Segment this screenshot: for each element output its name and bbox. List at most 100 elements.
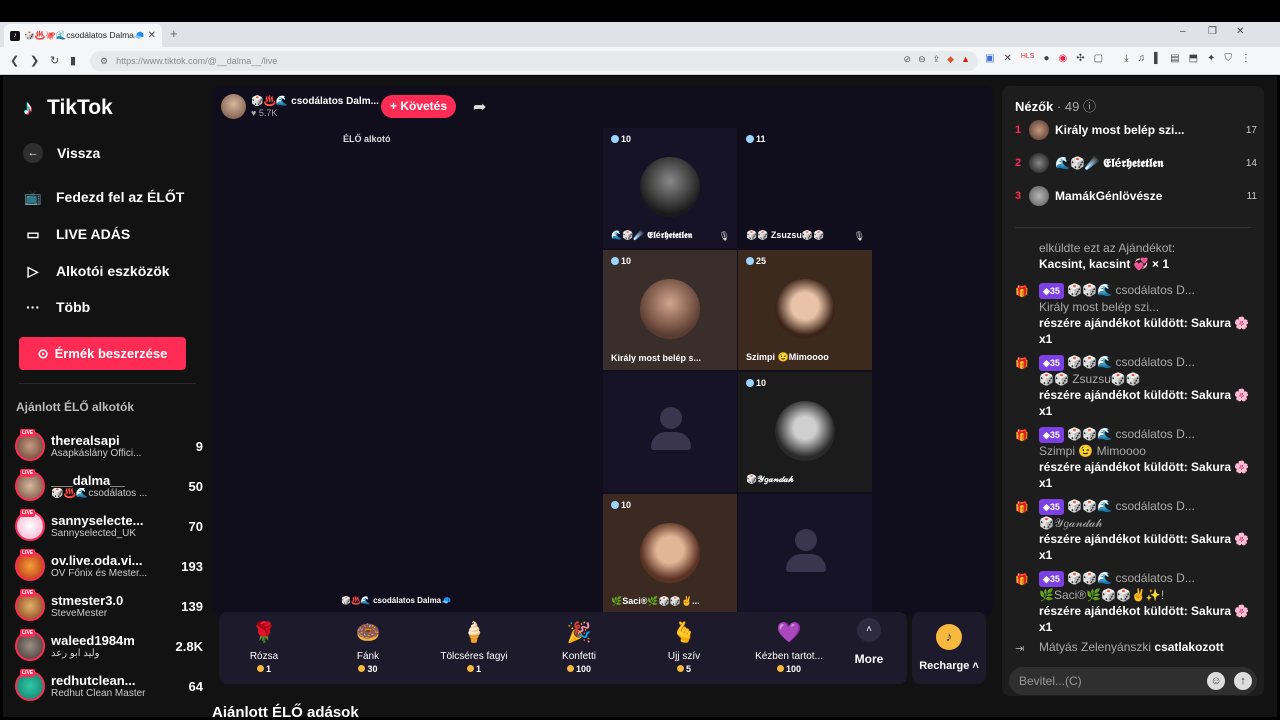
chat-input[interactable] <box>1019 673 1199 689</box>
vpn-icon[interactable]: ⬒ <box>1189 53 1198 64</box>
window-close-icon[interactable]: ✕ <box>1236 26 1244 37</box>
host-avatar[interactable] <box>221 94 246 119</box>
reader-icon[interactable]: ⊘ <box>904 54 912 65</box>
suggested-creator[interactable]: LIVE therealsapi Asapkáslány Offici... 9 <box>15 429 203 463</box>
guest-tile[interactable]: 10 Király most belép s... <box>603 250 737 370</box>
zoom-icon[interactable]: ⊖ <box>918 54 926 65</box>
menu-explore-live[interactable]: 📺 Fedezd fel az ÉLŐT <box>23 187 184 207</box>
top-viewer[interactable]: 2 🌊🎲☄️ 𝕰𝖑é𝖗𝖍𝖊𝖙𝖊𝖙𝖑𝖊𝖓 14 <box>1015 152 1257 174</box>
extensions-bar: ▣ ✕ HLS ● ◉ ✣ ▢ ⤓ ♫ ▌ ▤ ⬒ ✦ ⛉ ⋮ <box>985 53 1251 64</box>
puzzle-icon[interactable]: ✣ <box>1076 53 1084 64</box>
sender-name[interactable]: 🎲🎲🌊 csodálatos D... <box>1067 283 1195 297</box>
follow-button[interactable]: + Követés <box>381 95 456 118</box>
tiktok-logo[interactable]: ♪ TikTok <box>23 96 113 120</box>
more-gifts-button[interactable]: ˄ More <box>849 618 889 666</box>
recharge-button[interactable]: ♪ Recharge ˄ <box>912 612 986 684</box>
share-icon[interactable]: ⇪ <box>933 54 941 65</box>
forward-nav-icon[interactable]: ❯ <box>30 54 39 67</box>
site-info-icon[interactable]: ⚙ <box>100 56 108 67</box>
hls-icon[interactable]: HLS <box>1021 53 1035 64</box>
gift-name: Konfetti <box>562 651 596 662</box>
url-bar[interactable]: ⚙ https://www.tiktok.com/@__dalma__/live… <box>90 51 978 71</box>
new-tab-icon[interactable]: + <box>170 26 178 41</box>
target-name[interactable]: Király most belép szi... <box>1039 299 1255 315</box>
gift-price: 100 <box>744 664 834 674</box>
info-icon[interactable]: ⓘ <box>1083 99 1096 114</box>
suggested-creator[interactable]: LIVE ___dalma__ 🎲♨️🌊csodálatos ... 50 <box>15 469 203 503</box>
target-name[interactable]: 🎲𝒴𝑔𝒶𝓃𝒹𝒶𝒽 <box>1039 515 1255 531</box>
brave-rewards-icon[interactable]: ▲ <box>961 54 970 65</box>
leo-icon[interactable]: ✦ <box>1207 53 1215 64</box>
gift-rose[interactable]: 🌹 Rózsa 1 <box>219 618 309 674</box>
sender-name[interactable]: 🎲🎲🌊 csodálatos D... <box>1067 355 1195 369</box>
brave-shield-icon[interactable]: ◆ <box>947 54 954 65</box>
music-icon[interactable]: ♫ <box>1138 53 1146 64</box>
top-viewer[interactable]: 1 Király most belép szi... 17 <box>1015 119 1257 141</box>
gift-bar: 🌹 Rózsa 1 🍩 Fánk 30 🍦 Tölcséres fagyi 1 … <box>219 612 907 684</box>
gift-confetti[interactable]: 🎉 Konfetti 100 <box>534 618 624 674</box>
suggested-creator[interactable]: LIVE redhutclean... Redhut Clean Master 6… <box>15 669 203 703</box>
bookmark-icon[interactable]: ▮ <box>70 54 76 67</box>
guest-score-value: 10 <box>621 134 632 144</box>
close-tab-icon[interactable]: ✕ <box>148 30 156 41</box>
sender-name[interactable]: 🎲🎲🌊 csodálatos D... <box>1067 571 1195 585</box>
badge-level: 35 <box>1049 574 1060 584</box>
gift-price-value: 1 <box>475 664 481 674</box>
guest-tile-empty[interactable] <box>603 372 737 492</box>
gift-finger-heart[interactable]: 🫰 Ujj szív 5 <box>639 618 729 674</box>
sidebar-icon[interactable]: ▌ <box>1154 53 1161 64</box>
target-name[interactable]: Szimpi 😉 Mimoooo <box>1039 443 1255 459</box>
badge-level: 35 <box>1049 502 1060 512</box>
os-top-bar <box>0 0 1280 22</box>
joined-user[interactable]: Mátyás Zelenyánszki <box>1039 640 1151 654</box>
send-arrow-icon[interactable]: ↑ <box>1234 672 1252 690</box>
menu-go-live[interactable]: ▭ LIVE ADÁS <box>23 224 130 244</box>
suggested-creator[interactable]: LIVE sannyselecte... Sannyselected_UK 70 <box>15 509 203 543</box>
translate-icon[interactable]: ▣ <box>985 53 994 64</box>
host-name[interactable]: 🎲♨️🌊 csodálatos Dalm... <box>251 96 379 107</box>
back-button[interactable]: ← Vissza <box>23 143 100 163</box>
gift-ice-cream[interactable]: 🍦 Tölcséres fagyi 1 <box>429 618 519 674</box>
wallet-icon[interactable]: ▤ <box>1170 53 1179 64</box>
target-name[interactable]: 🌿Saci®🌿🎲🎲✌️✨! <box>1039 587 1255 603</box>
suggested-creator[interactable]: LIVE waleed1984m وليد ابو رعد 2.8K <box>15 629 203 663</box>
guest-tile[interactable]: 10 🎲𝒴𝑔𝒶𝓃𝒹𝒶𝒽 <box>738 372 872 492</box>
target-name[interactable]: 🎲🎲 Zsuzsu🎲🎲 <box>1039 371 1255 387</box>
guest-tile[interactable]: 11 🎲🎲 Zsuzsu🎲🎲 🎙 <box>738 128 872 248</box>
browser-tab[interactable]: ♪ 🎲♨️🐙🌊csodálatos Dalma🧢 ✕ <box>4 24 162 47</box>
emoji-icon[interactable]: ☺ <box>1207 672 1225 690</box>
minimize-icon[interactable]: – <box>1180 26 1186 37</box>
get-coins-button[interactable]: ⊙ Érmék beszerzése <box>19 337 186 370</box>
host-likes-count: 5.7K <box>258 107 278 118</box>
extension-box-icon[interactable]: ▢ <box>1094 53 1103 64</box>
share-arrow-icon[interactable]: ➦ <box>473 97 486 117</box>
guest-tile[interactable]: 10 🌊🎲☄️ 𝕰𝖑é𝖗𝖍𝖊𝖙𝖊𝖙𝖑𝖊𝖓 🎙 <box>603 128 737 248</box>
download-icon[interactable]: ⤓ <box>1124 53 1128 64</box>
gift-donut[interactable]: 🍩 Fánk 30 <box>323 618 413 674</box>
sender-name[interactable]: 🎲🎲🌊 csodálatos D... <box>1067 499 1195 513</box>
suggested-creator[interactable]: LIVE ov.live.oda.vi... OV Főnix és Mester… <box>15 549 203 583</box>
extension-color-icon[interactable]: ◉ <box>1059 53 1068 64</box>
extension-x-icon[interactable]: ✕ <box>1003 53 1011 64</box>
back-nav-icon[interactable]: ❮ <box>10 54 19 67</box>
extension-face-icon[interactable]: ● <box>1043 53 1049 64</box>
reload-icon[interactable]: ↻ <box>50 54 59 67</box>
suggested-creator[interactable]: LIVE stmester3.0 SteveMester 139 <box>15 589 203 623</box>
host-info[interactable]: 🎲♨️🌊 csodálatos Dalm... ♥ 5.7K <box>221 94 379 119</box>
message-text: részére ajándékot küldött: Sakura 🌸 x1 <box>1039 604 1250 634</box>
restore-icon[interactable]: ❐ <box>1208 26 1217 37</box>
gift-hand-heart[interactable]: 💜 Kézben tartot... 100 <box>744 618 834 674</box>
shield-icon[interactable]: ⛉ <box>1224 53 1232 64</box>
guest-name: 🎲🎲 Zsuzsu🎲🎲 <box>746 230 825 240</box>
viewers-label: Nézők <box>1015 99 1054 114</box>
top-viewer[interactable]: 3 MamákGénlövésze 11 <box>1015 185 1257 207</box>
guest-tile[interactable]: 10 🌿Saci®🌿🎲🎲✌️... <box>603 494 737 614</box>
menu-creator-tools[interactable]: ▷ Alkotói eszközök <box>23 261 170 281</box>
viewers-title[interactable]: Nézők · 49 ⓘ <box>1015 96 1096 115</box>
join-message: ⇥ Mátyás Zelenyánszki csatlakozott <box>1015 639 1255 655</box>
menu-more[interactable]: ··· Több <box>23 297 90 317</box>
guest-tile[interactable]: 25 Szimpi 😉Mimoooo <box>738 250 872 370</box>
sender-name[interactable]: 🎲🎲🌊 csodálatos D... <box>1067 427 1195 441</box>
guest-tile-empty[interactable] <box>738 494 872 614</box>
menu-icon[interactable]: ⋮ <box>1241 53 1251 64</box>
